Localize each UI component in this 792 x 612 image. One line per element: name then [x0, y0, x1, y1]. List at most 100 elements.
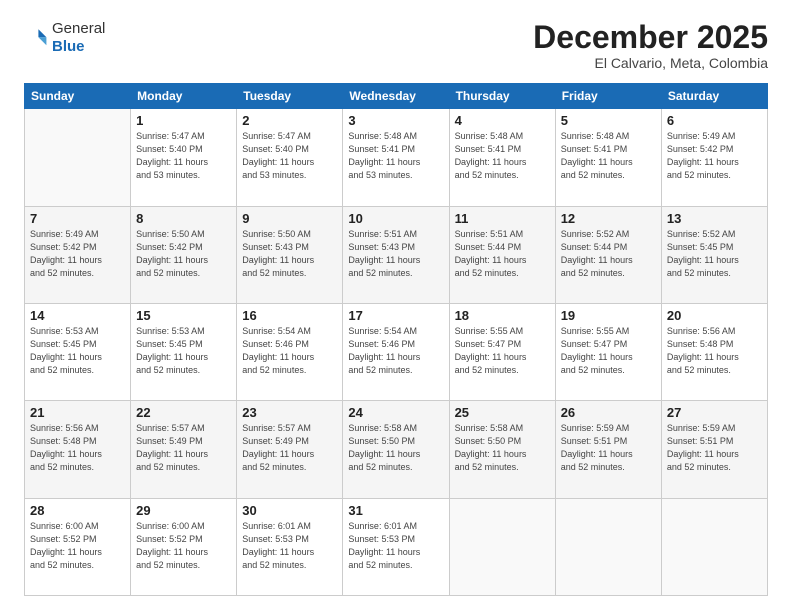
calendar-cell: 29Sunrise: 6:00 AMSunset: 5:52 PMDayligh…	[131, 498, 237, 595]
day-info: Sunrise: 5:58 AMSunset: 5:50 PMDaylight:…	[455, 422, 550, 474]
day-info: Sunrise: 5:53 AMSunset: 5:45 PMDaylight:…	[136, 325, 231, 377]
calendar-week-row: 1 Sunrise: 5:47 AMSunset: 5:40 PMDaylight…	[25, 109, 768, 206]
title-block: December 2025 El Calvario, Meta, Colombi…	[533, 20, 768, 71]
calendar-cell: 10 Sunrise: 5:51 AMSunset: 5:43 PMDayligh…	[343, 206, 449, 303]
day-info: Sunrise: 6:00 AMSunset: 5:52 PMDaylight:…	[30, 520, 125, 572]
day-info: Sunrise: 5:56 AMSunset: 5:48 PMDaylight:…	[30, 422, 125, 474]
day-info: Sunrise: 5:56 AMSunset: 5:48 PMDaylight:…	[667, 325, 762, 377]
day-info: Sunrise: 5:55 AMSunset: 5:47 PMDaylight:…	[561, 325, 656, 377]
day-info: Sunrise: 5:53 AMSunset: 5:45 PMDaylight:…	[30, 325, 125, 377]
day-number: 30	[242, 503, 337, 518]
day-number: 7	[30, 211, 125, 226]
calendar-cell: 24Sunrise: 5:58 AMSunset: 5:50 PMDayligh…	[343, 401, 449, 498]
day-number: 6	[667, 113, 762, 128]
calendar-table: SundayMondayTuesdayWednesdayThursdayFrid…	[24, 83, 768, 596]
day-number: 31	[348, 503, 443, 518]
day-info: Sunrise: 5:54 AMSunset: 5:46 PMDaylight:…	[348, 325, 443, 377]
calendar-cell: 13Sunrise: 5:52 AMSunset: 5:45 PMDayligh…	[661, 206, 767, 303]
logo-icon	[24, 26, 48, 50]
calendar-cell: 27 Sunrise: 5:59 AMSunset: 5:51 PMDayligh…	[661, 401, 767, 498]
day-info: Sunrise: 5:57 AMSunset: 5:49 PMDaylight:…	[242, 422, 337, 474]
calendar-cell: 1 Sunrise: 5:47 AMSunset: 5:40 PMDaylight…	[131, 109, 237, 206]
calendar-cell: 4Sunrise: 5:48 AMSunset: 5:41 PMDaylight…	[449, 109, 555, 206]
calendar-cell	[555, 498, 661, 595]
day-info: Sunrise: 5:47 AMSunset: 5:40 PMDaylight:…	[136, 130, 231, 182]
calendar-cell: 17 Sunrise: 5:54 AMSunset: 5:46 PMDayligh…	[343, 303, 449, 400]
day-info: Sunrise: 5:48 AMSunset: 5:41 PMDaylight:…	[455, 130, 550, 182]
day-number: 17	[348, 308, 443, 323]
page: General Blue December 2025 El Calvario, …	[0, 0, 792, 612]
day-info: Sunrise: 5:59 AMSunset: 5:51 PMDaylight:…	[667, 422, 762, 474]
day-number: 29	[136, 503, 231, 518]
calendar-cell: 9Sunrise: 5:50 AMSunset: 5:43 PMDaylight…	[237, 206, 343, 303]
weekday-header-saturday: Saturday	[661, 84, 767, 109]
day-number: 12	[561, 211, 656, 226]
calendar-cell: 16 Sunrise: 5:54 AMSunset: 5:46 PMDayligh…	[237, 303, 343, 400]
day-number: 26	[561, 405, 656, 420]
day-info: Sunrise: 5:58 AMSunset: 5:50 PMDaylight:…	[348, 422, 443, 474]
day-number: 10	[348, 211, 443, 226]
calendar-cell: 18 Sunrise: 5:55 AMSunset: 5:47 PMDayligh…	[449, 303, 555, 400]
calendar-cell: 8 Sunrise: 5:50 AMSunset: 5:42 PMDaylight…	[131, 206, 237, 303]
header: General Blue December 2025 El Calvario, …	[24, 20, 768, 71]
day-number: 23	[242, 405, 337, 420]
calendar-cell: 15 Sunrise: 5:53 AMSunset: 5:45 PMDayligh…	[131, 303, 237, 400]
day-number: 28	[30, 503, 125, 518]
calendar-cell: 31 Sunrise: 6:01 AMSunset: 5:53 PMDayligh…	[343, 498, 449, 595]
day-info: Sunrise: 6:01 AMSunset: 5:53 PMDaylight:…	[348, 520, 443, 572]
location-subtitle: El Calvario, Meta, Colombia	[533, 55, 768, 71]
day-number: 8	[136, 211, 231, 226]
logo-blue: Blue	[52, 38, 105, 56]
day-info: Sunrise: 5:52 AMSunset: 5:45 PMDaylight:…	[667, 228, 762, 280]
day-info: Sunrise: 5:51 AMSunset: 5:43 PMDaylight:…	[348, 228, 443, 280]
day-info: Sunrise: 5:50 AMSunset: 5:43 PMDaylight:…	[242, 228, 337, 280]
calendar-cell: 25 Sunrise: 5:58 AMSunset: 5:50 PMDayligh…	[449, 401, 555, 498]
weekday-header-tuesday: Tuesday	[237, 84, 343, 109]
day-number: 2	[242, 113, 337, 128]
weekday-header-row: SundayMondayTuesdayWednesdayThursdayFrid…	[25, 84, 768, 109]
day-info: Sunrise: 5:52 AMSunset: 5:44 PMDaylight:…	[561, 228, 656, 280]
day-number: 25	[455, 405, 550, 420]
weekday-header-friday: Friday	[555, 84, 661, 109]
day-number: 27	[667, 405, 762, 420]
calendar-cell: 23 Sunrise: 5:57 AMSunset: 5:49 PMDayligh…	[237, 401, 343, 498]
logo-text: General Blue	[52, 20, 105, 56]
logo-general: General	[52, 20, 105, 38]
calendar-cell: 14Sunrise: 5:53 AMSunset: 5:45 PMDayligh…	[25, 303, 131, 400]
calendar-cell: 30Sunrise: 6:01 AMSunset: 5:53 PMDayligh…	[237, 498, 343, 595]
calendar-week-row: 14Sunrise: 5:53 AMSunset: 5:45 PMDayligh…	[25, 303, 768, 400]
day-info: Sunrise: 5:48 AMSunset: 5:41 PMDaylight:…	[561, 130, 656, 182]
calendar-cell: 21Sunrise: 5:56 AMSunset: 5:48 PMDayligh…	[25, 401, 131, 498]
day-info: Sunrise: 5:47 AMSunset: 5:40 PMDaylight:…	[242, 130, 337, 182]
calendar-cell: 19 Sunrise: 5:55 AMSunset: 5:47 PMDayligh…	[555, 303, 661, 400]
day-number: 15	[136, 308, 231, 323]
calendar-week-row: 21Sunrise: 5:56 AMSunset: 5:48 PMDayligh…	[25, 401, 768, 498]
calendar-cell: 3Sunrise: 5:48 AMSunset: 5:41 PMDaylight…	[343, 109, 449, 206]
calendar-cell: 11 Sunrise: 5:51 AMSunset: 5:44 PMDayligh…	[449, 206, 555, 303]
day-number: 5	[561, 113, 656, 128]
day-info: Sunrise: 5:49 AMSunset: 5:42 PMDaylight:…	[667, 130, 762, 182]
calendar-cell	[449, 498, 555, 595]
day-number: 16	[242, 308, 337, 323]
day-info: Sunrise: 5:49 AMSunset: 5:42 PMDaylight:…	[30, 228, 125, 280]
day-info: Sunrise: 5:55 AMSunset: 5:47 PMDaylight:…	[455, 325, 550, 377]
calendar-cell: 28 Sunrise: 6:00 AMSunset: 5:52 PMDayligh…	[25, 498, 131, 595]
day-info: Sunrise: 5:51 AMSunset: 5:44 PMDaylight:…	[455, 228, 550, 280]
day-number: 18	[455, 308, 550, 323]
calendar-cell	[25, 109, 131, 206]
day-number: 3	[348, 113, 443, 128]
calendar-cell: 22Sunrise: 5:57 AMSunset: 5:49 PMDayligh…	[131, 401, 237, 498]
day-info: Sunrise: 5:59 AMSunset: 5:51 PMDaylight:…	[561, 422, 656, 474]
day-info: Sunrise: 5:54 AMSunset: 5:46 PMDaylight:…	[242, 325, 337, 377]
calendar-week-row: 7 Sunrise: 5:49 AMSunset: 5:42 PMDaylight…	[25, 206, 768, 303]
calendar-cell: 12 Sunrise: 5:52 AMSunset: 5:44 PMDayligh…	[555, 206, 661, 303]
weekday-header-monday: Monday	[131, 84, 237, 109]
calendar-week-row: 28 Sunrise: 6:00 AMSunset: 5:52 PMDayligh…	[25, 498, 768, 595]
logo: General Blue	[24, 20, 105, 56]
day-number: 11	[455, 211, 550, 226]
day-info: Sunrise: 5:50 AMSunset: 5:42 PMDaylight:…	[136, 228, 231, 280]
day-number: 1	[136, 113, 231, 128]
day-number: 19	[561, 308, 656, 323]
calendar-cell: 2 Sunrise: 5:47 AMSunset: 5:40 PMDaylight…	[237, 109, 343, 206]
calendar-cell: 26 Sunrise: 5:59 AMSunset: 5:51 PMDayligh…	[555, 401, 661, 498]
